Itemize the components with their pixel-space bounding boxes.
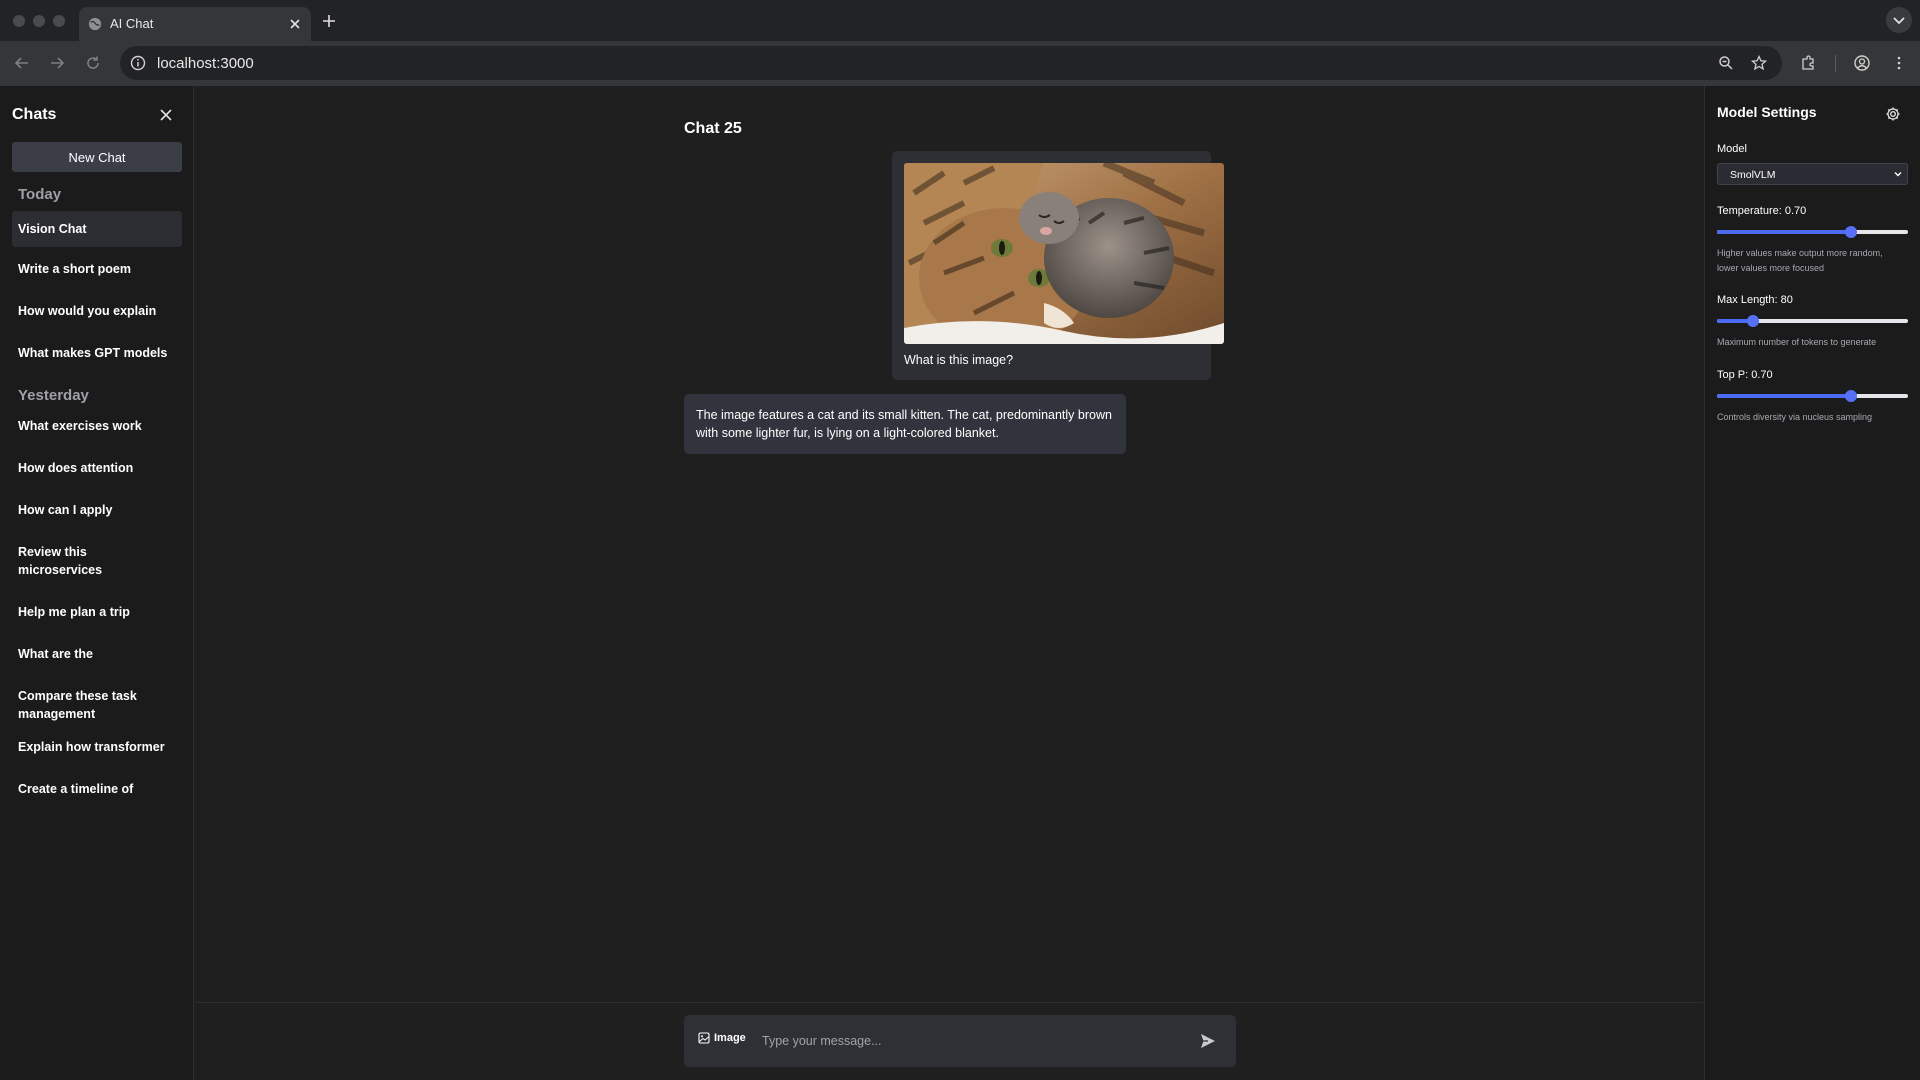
top-p-help: Controls diversity via nucleus sampling	[1717, 412, 1873, 422]
tab-title: AI Chat	[110, 16, 154, 31]
composer-divider	[195, 1002, 1703, 1003]
slider-thumb[interactable]	[1844, 390, 1857, 402]
extensions-icon[interactable]	[1799, 54, 1817, 72]
toolbar-divider	[1835, 55, 1836, 72]
plus-icon[interactable]	[320, 12, 338, 30]
cat-kitten-photo	[904, 163, 1224, 344]
sidebar-item[interactable]: Compare these task management	[12, 687, 152, 723]
sidebar-item[interactable]: How does attention	[12, 459, 182, 477]
section-label-today: Today	[18, 186, 62, 203]
kebab-menu-icon[interactable]	[1890, 54, 1908, 72]
close-icon[interactable]	[158, 107, 174, 123]
sidebar-item[interactable]: Help me plan a trip	[12, 603, 182, 621]
max-length-label: Max Length: 80	[1717, 294, 1793, 306]
model-settings-panel: Model Settings Model SmolVLM Temperature…	[1704, 86, 1920, 1080]
sidebar-item[interactable]: How can I apply	[12, 501, 182, 519]
user-message-text: What is this image?	[904, 353, 1014, 367]
model-select-value: SmolVLM	[1730, 169, 1776, 181]
chevron-down-icon	[1894, 172, 1902, 177]
chat-main: Chat 25 What is this image? The image fe…	[195, 86, 1703, 1080]
tab-search-button[interactable]	[1886, 7, 1912, 33]
attach-image-button[interactable]: Image	[698, 1032, 746, 1044]
sidebar-title: Chats	[12, 106, 57, 123]
attach-image-label: Image	[714, 1032, 746, 1044]
top-p-label: Top P: 0.70	[1717, 369, 1773, 381]
reload-icon[interactable]	[84, 54, 102, 72]
url-text[interactable]: localhost:3000	[157, 55, 254, 72]
settings-title: Model Settings	[1717, 104, 1817, 120]
address-bar[interactable]: localhost:3000	[120, 46, 1782, 80]
user-message-bubble: What is this image?	[892, 151, 1224, 380]
section-label-yesterday: Yesterday	[18, 387, 89, 404]
sidebar-item[interactable]: Create a timeline of	[12, 780, 182, 798]
max-length-slider[interactable]	[1717, 315, 1908, 327]
window-minimize-dot[interactable]	[33, 15, 45, 27]
sidebar-item[interactable]: What are the	[12, 645, 182, 663]
sidebar-item-vision-chat[interactable]: Vision Chat	[12, 211, 182, 247]
assistant-message-bubble: The image features a cat and its small k…	[684, 394, 1126, 454]
chat-sidebar: Chats New Chat Today Vision Chat Write a…	[0, 86, 194, 1080]
new-chat-button[interactable]: New Chat	[12, 142, 182, 172]
window-close-dot[interactable]	[13, 15, 25, 27]
send-icon[interactable]	[1199, 1032, 1217, 1050]
model-label: Model	[1717, 143, 1747, 155]
chevron-down-icon	[1893, 17, 1905, 25]
forward-arrow-icon[interactable]	[48, 54, 66, 72]
max-length-help: Maximum number of tokens to generate	[1717, 337, 1877, 347]
model-select[interactable]: SmolVLM	[1717, 163, 1908, 185]
sidebar-item[interactable]: What makes GPT models	[12, 344, 182, 362]
image-icon	[698, 1032, 710, 1044]
temperature-help: Higher values make output more random, l…	[1717, 248, 1883, 273]
uploaded-image[interactable]	[904, 163, 1224, 344]
chat-title: Chat 25	[684, 120, 742, 137]
browser-tab[interactable]: AI Chat	[79, 7, 311, 41]
window-maximize-dot[interactable]	[53, 15, 65, 27]
temperature-label: Temperature: 0.70	[1717, 205, 1807, 217]
slider-thumb[interactable]	[1844, 226, 1857, 238]
site-info-icon[interactable]	[130, 55, 146, 71]
slider-fill	[1717, 394, 1851, 398]
slider-fill	[1717, 230, 1851, 234]
sidebar-item[interactable]: Explain how transformer	[12, 738, 182, 756]
back-arrow-icon[interactable]	[13, 54, 31, 72]
globe-icon	[88, 17, 102, 31]
browser-tab-bar: AI Chat	[0, 0, 1920, 41]
browser-toolbar: localhost:3000	[0, 41, 1920, 86]
top-p-slider[interactable]	[1717, 390, 1908, 402]
message-composer: Image	[684, 1015, 1236, 1067]
temperature-slider[interactable]	[1717, 226, 1908, 238]
sidebar-item[interactable]: Write a short poem	[12, 260, 182, 278]
message-input[interactable]	[762, 1028, 1182, 1054]
sidebar-item[interactable]: How would you explain	[12, 302, 182, 320]
close-icon[interactable]	[288, 17, 302, 31]
slider-thumb[interactable]	[1747, 315, 1760, 327]
zoom-icon[interactable]	[1718, 55, 1734, 71]
sidebar-item[interactable]: What exercises work	[12, 417, 182, 435]
sidebar-item[interactable]: Review this microservices	[12, 543, 132, 579]
gear-icon[interactable]	[1885, 106, 1901, 122]
profile-icon[interactable]	[1853, 54, 1871, 72]
star-icon[interactable]	[1751, 55, 1767, 71]
